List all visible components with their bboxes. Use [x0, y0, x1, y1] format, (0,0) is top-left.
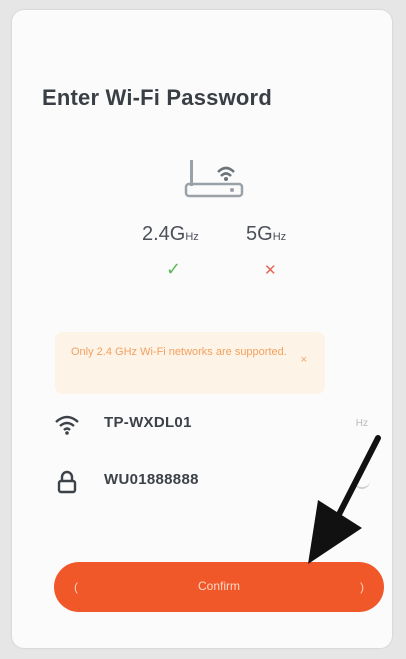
- notice-banner: Only 2.4 GHz Wi-Fi networks are supporte…: [55, 332, 325, 394]
- confirm-button-label: Confirm: [197, 579, 240, 593]
- password-value: WU01888888: [104, 471, 199, 488]
- band-24ghz-value: 2.4G: [142, 223, 186, 245]
- band-24ghz-label: 2.4GHz: [142, 223, 199, 246]
- wifi-icon: [54, 412, 80, 438]
- router-icon: [182, 158, 252, 206]
- cross-icon: ✕: [264, 262, 277, 279]
- band-24ghz-unit: Hz: [185, 231, 199, 243]
- band-5ghz-value: 5G: [246, 223, 273, 245]
- ssid-value: TP-WXDL01: [104, 414, 192, 431]
- ssid-band-label: Hz: [355, 418, 368, 429]
- check-icon: ✓: [166, 259, 182, 279]
- pointer-arrow-icon: [300, 432, 390, 572]
- notice-text: Only 2.4 GHz Wi-Fi networks are supporte…: [71, 346, 287, 358]
- band-5ghz-unit: Hz: [272, 231, 287, 243]
- band-support-indicator: 2.4GHz 5GHz ✓ ✕: [142, 223, 302, 283]
- page-title: Enter Wi-Fi Password: [42, 85, 272, 110]
- button-decor-right: ): [360, 580, 364, 594]
- lock-icon: [54, 469, 80, 495]
- close-icon[interactable]: ×: [301, 354, 307, 366]
- band-5ghz-label: 5GHz: [246, 223, 286, 246]
- screen-frame: Enter Wi-Fi Password 2.4GHz 5GHz ✓ ✕ Onl…: [0, 0, 406, 659]
